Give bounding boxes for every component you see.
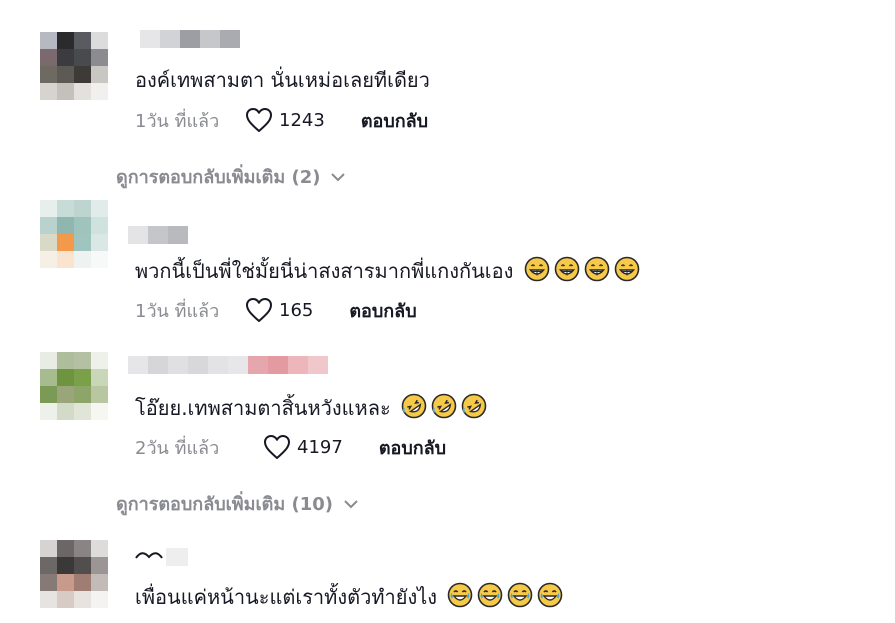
rolling-laugh-emoji-icon bbox=[431, 393, 457, 419]
heart-icon bbox=[246, 298, 272, 322]
avatar[interactable] bbox=[40, 352, 108, 420]
view-more-replies-button[interactable]: ดูการตอบกลับเพิ่มเติม (10) bbox=[116, 489, 359, 518]
heart-icon bbox=[264, 435, 290, 459]
rolling-laugh-emoji-icon bbox=[461, 393, 487, 419]
like-count: 4197 bbox=[297, 436, 343, 458]
like-button[interactable]: 1243 bbox=[245, 107, 325, 133]
chevron-down-icon bbox=[331, 172, 346, 181]
heart-outline-icon bbox=[135, 552, 163, 559]
like-button[interactable]: 4197 bbox=[263, 434, 343, 460]
like-count: 1243 bbox=[279, 109, 325, 131]
grin-emoji-icon bbox=[614, 256, 640, 282]
tears-of-joy-emoji-icon bbox=[507, 582, 533, 608]
like-button[interactable]: 165 bbox=[245, 297, 313, 323]
reply-button[interactable]: ตอบกลับ bbox=[361, 106, 428, 135]
view-more-replies-label: ดูการตอบกลับเพิ่มเติม (10) bbox=[116, 494, 334, 515]
comment-time: 1วัน ที่แล้ว bbox=[135, 110, 220, 132]
comment-text: โอ๊ยย.เทพสามตาสิ้นหวังแหละ bbox=[135, 393, 487, 421]
reply-button[interactable]: ตอบกลับ bbox=[379, 433, 446, 462]
username-blurred bbox=[128, 356, 328, 374]
heart-icon bbox=[246, 108, 272, 132]
reply-button[interactable]: ตอบกลับ bbox=[349, 296, 416, 325]
tears-of-joy-emoji-icon bbox=[477, 582, 503, 608]
avatar[interactable] bbox=[40, 540, 108, 608]
username-blurred bbox=[140, 30, 240, 48]
like-count: 165 bbox=[279, 299, 314, 321]
rolling-laugh-emoji-icon bbox=[401, 393, 427, 419]
comment-meta: 2วัน ที่แล้ว 4197 ตอบกลับ bbox=[135, 433, 446, 461]
grin-emoji-icon bbox=[524, 256, 550, 282]
comment-meta: 1วัน ที่แล้ว 165 ตอบกลับ bbox=[135, 296, 417, 324]
comment-meta: 1วัน ที่แล้ว 1243 ตอบกลับ bbox=[135, 106, 428, 134]
username-blurred bbox=[132, 548, 188, 566]
tears-of-joy-emoji-icon bbox=[537, 582, 563, 608]
comment-text: องค์เทพสามตา นั่นเหม่อเลยทีเดียว bbox=[135, 68, 430, 92]
avatar[interactable] bbox=[40, 200, 108, 268]
view-more-replies-label: ดูการตอบกลับเพิ่มเติม (2) bbox=[116, 167, 321, 188]
comment-text: พวกนี้เป็นพี่ใช่มั้ยนี่น่าสงสารมากพี่แกง… bbox=[135, 256, 640, 284]
view-more-replies-button[interactable]: ดูการตอบกลับเพิ่มเติม (2) bbox=[116, 162, 346, 191]
chevron-down-icon bbox=[344, 499, 358, 508]
tears-of-joy-emoji-icon bbox=[447, 582, 473, 608]
comment-text: เพื่อนแค่หน้านะแต่เราทั้งตัวทำยังไง bbox=[135, 582, 563, 610]
comment-time: 1วัน ที่แล้ว bbox=[135, 300, 220, 322]
comment-time: 2วัน ที่แล้ว bbox=[135, 437, 220, 459]
grin-emoji-icon bbox=[554, 256, 580, 282]
username-blurred bbox=[128, 226, 188, 244]
avatar[interactable] bbox=[40, 32, 108, 100]
grin-emoji-icon bbox=[584, 256, 610, 282]
